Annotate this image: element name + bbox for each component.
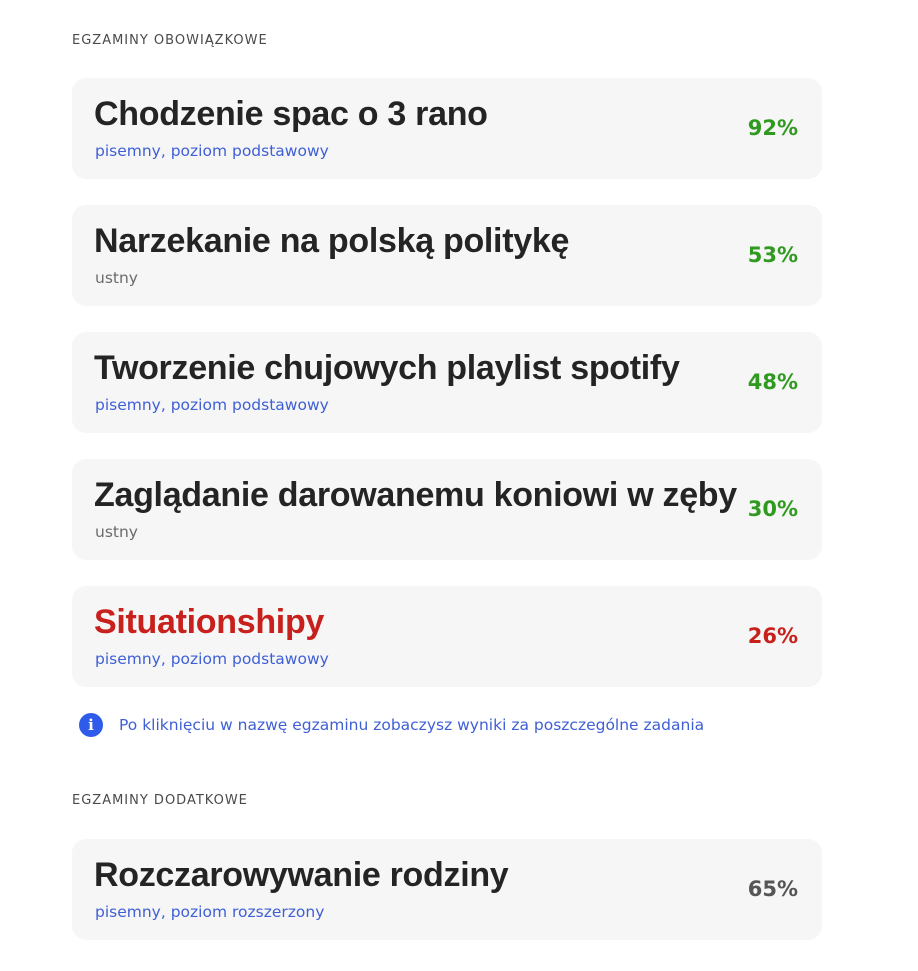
exam-card[interactable]: Situationshipy pisemny, poziom podstawow…: [72, 586, 822, 687]
exam-type: ustny: [95, 269, 138, 287]
exam-title[interactable]: Narzekanie na polską politykę: [94, 222, 569, 261]
exam-card[interactable]: Zaglądanie darowanemu koniowi w zęby ust…: [72, 459, 822, 560]
info-note: i Po kliknięciu w nazwę egzaminu zobaczy…: [79, 713, 704, 737]
mandatory-exams-heading: EGZAMINY OBOWIĄZKOWE: [72, 33, 268, 48]
exam-card[interactable]: Chodzenie spac o 3 rano pisemny, poziom …: [72, 78, 822, 179]
exam-score: 48%: [747, 370, 798, 394]
info-text: Po kliknięciu w nazwę egzaminu zobaczysz…: [119, 716, 705, 734]
exam-title[interactable]: Situationshipy: [94, 603, 324, 642]
exam-type: pisemny, poziom podstawowy: [95, 650, 329, 668]
exam-score: 53%: [747, 243, 798, 267]
exam-score: 26%: [747, 624, 798, 648]
exam-type: pisemny, poziom podstawowy: [95, 396, 329, 414]
exam-title[interactable]: Zaglądanie darowanemu koniowi w zęby: [94, 476, 737, 515]
exam-card[interactable]: Tworzenie chujowych playlist spotify pis…: [72, 332, 822, 433]
exam-title[interactable]: Chodzenie spac o 3 rano: [94, 95, 488, 134]
info-icon: i: [79, 713, 103, 737]
exam-title[interactable]: Tworzenie chujowych playlist spotify: [94, 349, 680, 388]
exam-type: ustny: [95, 523, 138, 541]
exam-card[interactable]: Narzekanie na polską politykę ustny 53%: [72, 205, 822, 306]
exam-type: pisemny, poziom rozszerzony: [95, 903, 325, 921]
exam-score: 30%: [747, 497, 798, 521]
exam-title[interactable]: Rozczarowywanie rodziny: [94, 856, 509, 895]
exam-type: pisemny, poziom podstawowy: [95, 142, 329, 160]
exam-card[interactable]: Rozczarowywanie rodziny pisemny, poziom …: [72, 839, 822, 940]
exam-score: 65%: [747, 877, 798, 901]
exam-score: 92%: [747, 116, 798, 140]
additional-exams-heading: EGZAMINY DODATKOWE: [72, 793, 248, 808]
